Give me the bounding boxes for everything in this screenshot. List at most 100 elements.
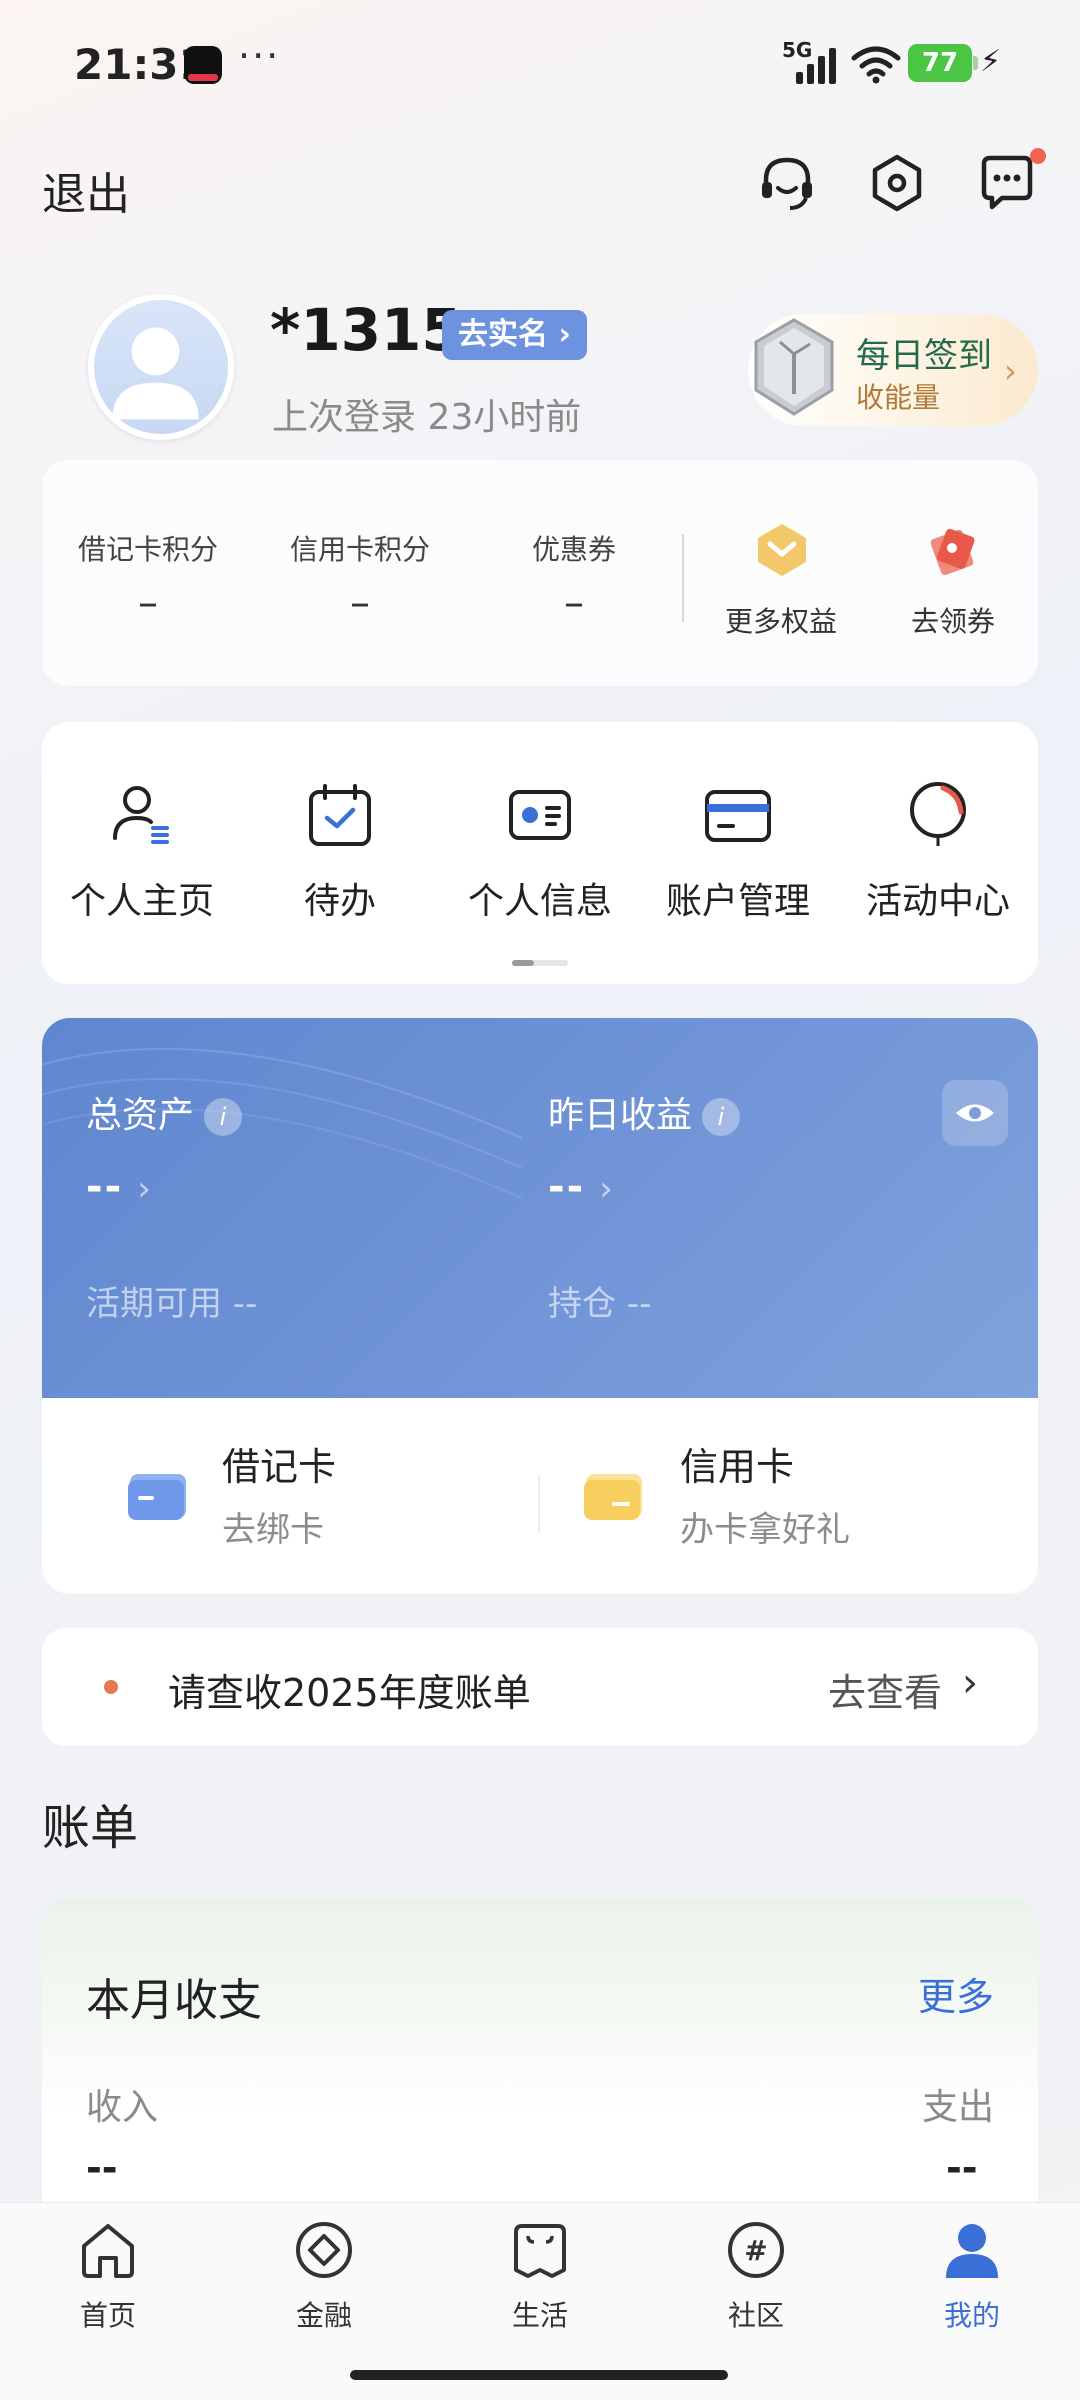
total-assets-label[interactable]: 总资产 i bbox=[86, 1086, 243, 1138]
debit-card-icon[interactable] bbox=[126, 1468, 188, 1524]
finance-icon bbox=[296, 2222, 352, 2278]
total-assets-text: 总资产 bbox=[86, 1095, 195, 1136]
charging-icon: ⚡ bbox=[980, 44, 1002, 79]
shortcut-personal-info[interactable] bbox=[440, 780, 640, 854]
bind-card-link[interactable]: 去绑卡 bbox=[222, 1502, 324, 1551]
person-icon bbox=[113, 786, 169, 844]
svg-text:#: # bbox=[744, 2234, 767, 2267]
get-coupon-icon[interactable] bbox=[920, 520, 980, 580]
tab-community[interactable]: # bbox=[686, 2218, 826, 2286]
windmill-badge-icon bbox=[754, 318, 834, 416]
income-label: 收入 bbox=[86, 2087, 159, 2128]
messages-icon[interactable] bbox=[976, 152, 1038, 214]
shortcut-todo-label: 待办 bbox=[303, 881, 376, 922]
community-icon: # bbox=[728, 2222, 784, 2278]
debit-points-label[interactable]: 借记卡积分 bbox=[58, 528, 238, 568]
home-indicator[interactable] bbox=[350, 2370, 728, 2380]
tab-mine[interactable] bbox=[902, 2218, 1042, 2286]
tab-finance[interactable] bbox=[254, 2218, 394, 2286]
card-icon bbox=[705, 790, 771, 842]
credit-card-title[interactable]: 信用卡 bbox=[680, 1436, 794, 1491]
yesterday-earnings-value[interactable]: -- › bbox=[548, 1164, 615, 1210]
chevron-right-icon: › bbox=[137, 1169, 153, 1209]
more-benefits-icon[interactable] bbox=[752, 520, 812, 580]
info-icon[interactable]: i bbox=[204, 1098, 243, 1136]
debit-points-value: – bbox=[138, 580, 158, 626]
points-divider bbox=[682, 534, 684, 622]
tiktok-app-icon bbox=[184, 46, 222, 84]
apply-card-link[interactable]: 办卡拿好礼 bbox=[680, 1502, 850, 1551]
checkin-subtitle: 收能量 bbox=[856, 381, 941, 414]
checkin-title: 每日签到 bbox=[856, 336, 992, 376]
profile-icon bbox=[946, 2224, 998, 2278]
settings-icon[interactable] bbox=[866, 152, 928, 214]
checkin-arrow-icon: › bbox=[1004, 352, 1017, 390]
avatar[interactable] bbox=[88, 294, 234, 440]
life-icon bbox=[514, 2224, 566, 2278]
assets-card[interactable] bbox=[42, 1018, 1038, 1398]
home-icon bbox=[82, 2224, 134, 2278]
verify-name-button[interactable]: 去实名 › bbox=[442, 310, 587, 360]
notice-dot bbox=[104, 1680, 118, 1694]
more-benefits-label[interactable]: 更多权益 bbox=[696, 600, 866, 640]
page-indicator bbox=[512, 960, 568, 966]
calendar-check-icon bbox=[309, 784, 371, 846]
wifi-icon bbox=[851, 46, 901, 84]
yesterday-earnings-label[interactable]: 昨日收益 i bbox=[548, 1086, 741, 1138]
section-title-bill: 账单 bbox=[42, 1800, 139, 1856]
expense-label: 支出 bbox=[922, 2087, 995, 2128]
shortcut-todo[interactable] bbox=[240, 780, 440, 854]
more-link[interactable]: 更多 bbox=[918, 1966, 994, 2021]
bank-cards-panel bbox=[42, 1398, 1038, 1594]
info-icon[interactable]: i bbox=[702, 1098, 741, 1136]
shortcut-personal-info-label: 个人信息 bbox=[467, 881, 612, 922]
points-card bbox=[42, 460, 1038, 686]
tab-finance-label: 金融 bbox=[295, 2299, 352, 2332]
unread-dot bbox=[1030, 148, 1046, 164]
chevron-right-icon: › bbox=[599, 1169, 615, 1209]
current-available: 活期可用 -- bbox=[86, 1284, 258, 1324]
customer-service-icon[interactable] bbox=[756, 152, 818, 214]
tab-life[interactable] bbox=[470, 2218, 610, 2286]
more-notifications-icon: ··· bbox=[238, 34, 281, 78]
balloon-icon bbox=[910, 782, 966, 846]
signal-icon bbox=[796, 48, 840, 84]
battery-icon: 77 bbox=[908, 44, 978, 82]
shortcut-account-management[interactable] bbox=[638, 780, 838, 854]
notice-text[interactable]: 请查收2025年度账单 bbox=[168, 1662, 531, 1717]
tab-mine-label: 我的 bbox=[943, 2299, 1000, 2332]
shortcut-personal-home-label: 个人主页 bbox=[69, 881, 214, 922]
yesterday-earnings-text: 昨日收益 bbox=[548, 1095, 693, 1136]
username: *1315 bbox=[270, 296, 462, 364]
toggle-visibility-button[interactable] bbox=[942, 1080, 1008, 1146]
decorative-wave bbox=[42, 1047, 522, 1199]
chevron-right-icon[interactable]: › bbox=[962, 1660, 978, 1706]
id-card-icon bbox=[509, 790, 571, 840]
income-value: -- bbox=[86, 2146, 118, 2190]
coupons-label[interactable]: 优惠券 bbox=[484, 528, 664, 568]
cards-divider bbox=[538, 1474, 540, 1534]
shortcut-personal-home[interactable] bbox=[42, 780, 242, 854]
holdings: 持仓 -- bbox=[548, 1284, 652, 1324]
last-login-text: 上次登录 23小时前 bbox=[272, 397, 582, 438]
tab-life-label: 生活 bbox=[511, 2299, 568, 2332]
shortcut-account-label: 账户管理 bbox=[665, 881, 810, 922]
shortcut-activity-label: 活动中心 bbox=[865, 881, 1010, 922]
coupons-value: – bbox=[564, 580, 584, 626]
expense-value: -- bbox=[946, 2146, 978, 2190]
shortcut-activity-center[interactable] bbox=[838, 780, 1038, 854]
monthly-bill-title: 本月收支 bbox=[86, 1975, 262, 2026]
status-bar: 21:31 ··· 5G 77 ⚡ bbox=[0, 0, 1080, 130]
credit-points-value: – bbox=[350, 580, 370, 626]
debit-card-title[interactable]: 借记卡 bbox=[222, 1436, 336, 1491]
eye-icon bbox=[956, 1104, 994, 1122]
total-assets-value[interactable]: -- › bbox=[86, 1164, 153, 1210]
view-bill-link[interactable]: 去查看 bbox=[828, 1662, 942, 1717]
get-coupon-label[interactable]: 去领券 bbox=[868, 600, 1038, 640]
credit-card-icon[interactable] bbox=[582, 1468, 644, 1524]
credit-points-label[interactable]: 信用卡积分 bbox=[270, 528, 450, 568]
tab-community-label: 社区 bbox=[727, 2299, 784, 2332]
logout-button[interactable]: 退出 bbox=[42, 158, 130, 222]
tab-home[interactable] bbox=[38, 2218, 178, 2286]
tab-home-label: 首页 bbox=[79, 2299, 136, 2332]
